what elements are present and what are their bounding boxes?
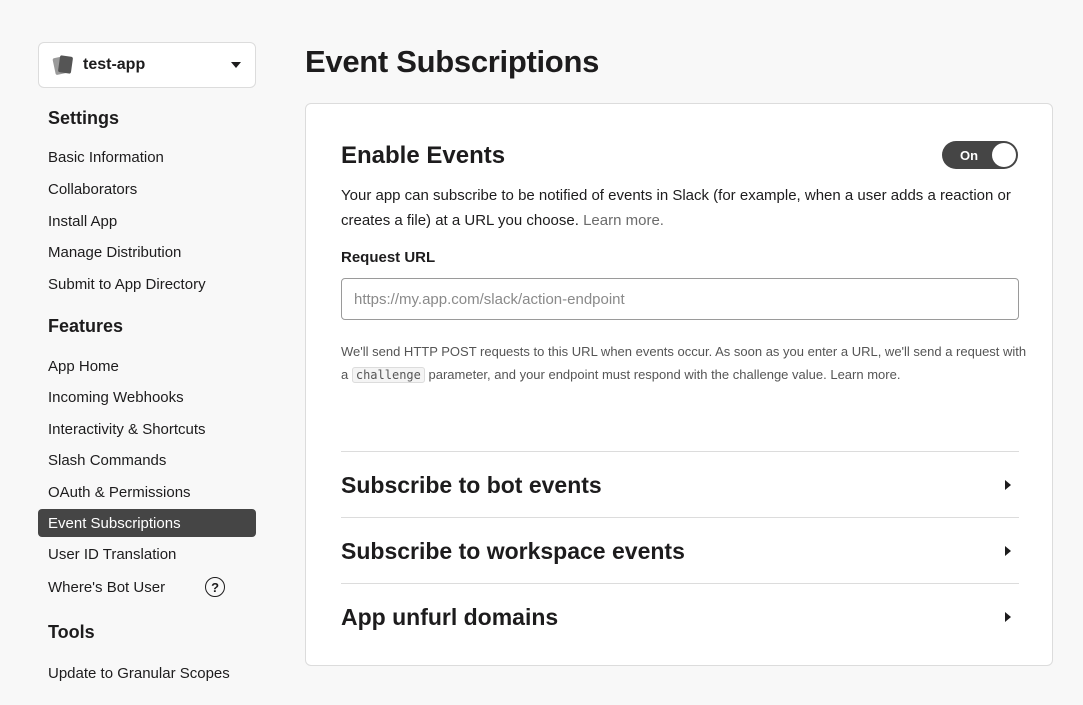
- chevron-down-icon: [231, 62, 241, 68]
- help-learn-more-link[interactable]: Learn more.: [830, 367, 900, 382]
- sidebar-heading-features: Features: [48, 316, 124, 336]
- challenge-code: challenge: [351, 367, 425, 383]
- section-title: App unfurl domains: [341, 603, 559, 630]
- section-subscribe-bot-events[interactable]: Subscribe to bot events: [341, 452, 1019, 518]
- app-selector[interactable]: test-app: [38, 42, 256, 88]
- sidebar-item-update-to-granular-scopes[interactable]: Update to Granular Scopes: [38, 659, 256, 687]
- enable-events-toggle[interactable]: On: [942, 141, 1018, 169]
- sidebar-item-collaborators[interactable]: Collaborators: [38, 175, 256, 203]
- sidebar-item-manage-distribution[interactable]: Manage Distribution: [38, 238, 256, 266]
- request-url-input[interactable]: [341, 278, 1019, 320]
- app-icon: [52, 55, 74, 76]
- caret-right-icon: [1005, 612, 1011, 622]
- request-url-help-text: We'll send HTTP POST requests to this UR…: [341, 340, 1031, 387]
- sidebar-item-interactivity-shortcuts[interactable]: Interactivity & Shortcuts: [38, 415, 256, 443]
- sidebar-item-oauth-permissions[interactable]: OAuth & Permissions: [38, 478, 256, 506]
- learn-more-link[interactable]: Learn more.: [583, 212, 664, 229]
- sidebar-item-label: Where's Bot User: [48, 578, 166, 596]
- page-title: Event Subscriptions: [305, 44, 600, 79]
- enable-events-description: Your app can subscribe to be notified of…: [341, 183, 1031, 233]
- sidebar-item-submit-to-app-directory[interactable]: Submit to App Directory: [38, 270, 256, 298]
- sidebar-item-user-id-translation[interactable]: User ID Translation: [38, 540, 256, 568]
- event-subscriptions-card: Enable Events On Your app can subscribe …: [305, 103, 1053, 666]
- sidebar-item-app-home[interactable]: App Home: [38, 352, 256, 380]
- help-icon[interactable]: ?: [205, 577, 226, 597]
- sidebar-item-install-app[interactable]: Install App: [38, 207, 256, 235]
- request-url-label: Request URL: [341, 249, 436, 266]
- description-text: Your app can subscribe to be notified of…: [341, 187, 1011, 229]
- sidebar-item-wheres-bot-user[interactable]: Where's Bot User ?: [38, 573, 256, 601]
- section-app-unfurl-domains[interactable]: App unfurl domains: [341, 584, 1019, 650]
- sidebar-heading-tools: Tools: [48, 622, 95, 642]
- enable-events-title: Enable Events: [341, 142, 506, 169]
- sidebar-heading-settings: Settings: [48, 108, 120, 128]
- app-name: test-app: [83, 56, 146, 73]
- section-title: Subscribe to bot events: [341, 471, 602, 498]
- section-title: Subscribe to workspace events: [341, 537, 685, 564]
- sidebar-item-basic-information[interactable]: Basic Information: [38, 143, 256, 171]
- sidebar-item-event-subscriptions[interactable]: Event Subscriptions: [38, 509, 256, 537]
- caret-right-icon: [1005, 480, 1011, 490]
- help-text-part-2: parameter, and your endpoint must respon…: [428, 367, 827, 382]
- section-subscribe-workspace-events[interactable]: Subscribe to workspace events: [341, 518, 1019, 584]
- caret-right-icon: [1005, 546, 1011, 556]
- toggle-label: On: [960, 148, 979, 163]
- toggle-knob: [992, 143, 1016, 167]
- sidebar-item-incoming-webhooks[interactable]: Incoming Webhooks: [38, 383, 256, 411]
- sidebar-item-slash-commands[interactable]: Slash Commands: [38, 446, 256, 474]
